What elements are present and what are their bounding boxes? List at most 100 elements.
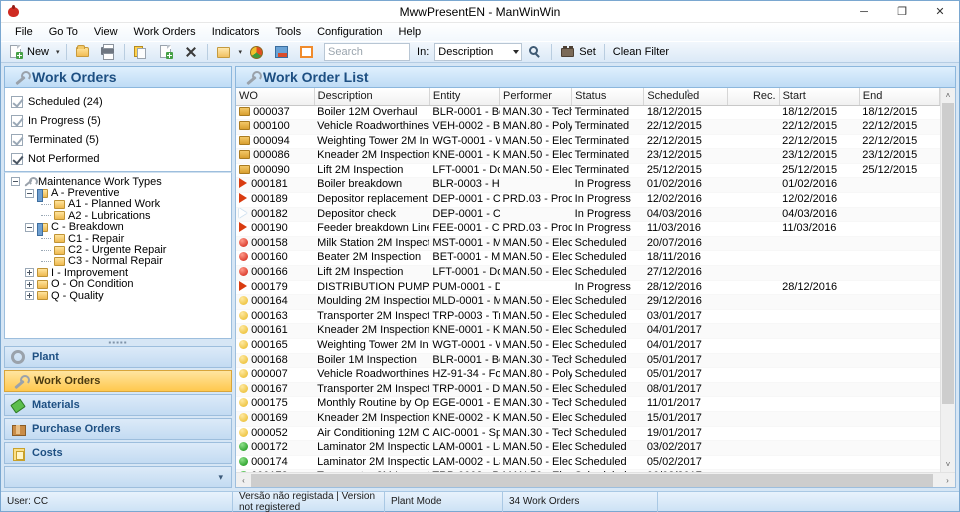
column-header-end[interactable]: End — [859, 88, 940, 106]
scroll-down-button[interactable]: ˅ — [941, 457, 955, 472]
minimize-button[interactable]: ─ — [845, 1, 883, 23]
table-row[interactable]: 000175 Monthly Routine by Ope...EGE-0001 … — [236, 396, 940, 412]
expand-collapse-icon[interactable] — [11, 177, 20, 187]
sidebar-item-materials[interactable]: Materials — [4, 394, 232, 416]
set-button[interactable]: Set — [556, 42, 600, 62]
open-button[interactable] — [71, 42, 95, 62]
table-row[interactable]: 000169 Kneader 2M InspectionKNE-0002 - Kn… — [236, 411, 940, 427]
print-button[interactable] — [96, 42, 120, 62]
filter-terminated[interactable]: Terminated (5) — [11, 130, 231, 149]
table-row[interactable]: 000181 Boiler breakdownBLR-0003 - Heat...… — [236, 177, 940, 194]
copy-button[interactable] — [129, 42, 153, 62]
menu-view[interactable]: View — [86, 23, 126, 41]
panel-splitter[interactable]: ▪▪▪▪▪ — [4, 338, 232, 347]
panel-button[interactable] — [295, 42, 319, 62]
menu-go-to[interactable]: Go To — [41, 23, 86, 41]
sidebar-item-work-orders[interactable]: Work Orders — [4, 370, 232, 392]
scroll-right-button[interactable]: › — [940, 473, 955, 488]
sidebar-overflow-bar[interactable]: ▾ — [4, 466, 232, 488]
pie-chart-button[interactable] — [245, 42, 269, 62]
column-header-rec[interactable]: Rec. — [727, 88, 780, 106]
table-row[interactable]: 000165 Weighting Tower 2M In... WGT-0001 -… — [236, 338, 940, 354]
expand-collapse-icon[interactable] — [25, 268, 34, 278]
table-row[interactable]: 000100 Vehicle Roadworthiness...VEH-0002 … — [236, 119, 940, 135]
expand-collapse-icon[interactable] — [25, 291, 34, 301]
checkbox-icon[interactable] — [11, 114, 23, 127]
table-row[interactable]: 000037 Boiler 12M OverhaulBLR-0001 - Boil… — [236, 105, 940, 121]
tree-node-o-on-condition[interactable]: O - On Condition — [11, 278, 231, 290]
sidebar-item-costs[interactable]: Costs — [4, 442, 232, 464]
table-row[interactable]: 000172 Laminator 2M Inspection LAM-0001 - … — [236, 440, 940, 456]
clean-filter-button[interactable]: Clean Filter — [609, 42, 673, 62]
column-header-wo[interactable]: WO — [236, 88, 315, 106]
column-header-performer[interactable]: Performer — [499, 88, 573, 106]
table-row[interactable]: 000163 Transporter 2M InspectionTRP-0003 … — [236, 309, 940, 325]
column-header-start[interactable]: Start — [779, 88, 860, 106]
horizontal-scroll-track[interactable] — [251, 473, 940, 488]
tree-node-q-quality[interactable]: Q - Quality — [11, 290, 231, 302]
search-field-select[interactable]: Description — [434, 43, 523, 61]
filter-not-performed[interactable]: Not Performed — [11, 149, 231, 168]
find-button[interactable] — [523, 42, 547, 62]
table-row[interactable]: 000161 Kneader 2M InspectionKNE-0001 - Kn… — [236, 323, 940, 339]
menu-indicators[interactable]: Indicators — [204, 23, 268, 41]
expand-collapse-icon[interactable] — [25, 188, 34, 198]
filter-in-progress[interactable]: In Progress (5) — [11, 111, 231, 130]
table-row[interactable]: 000166 Lift 2M InspectionLFT-0001 - Doug.… — [236, 265, 940, 281]
table-row[interactable]: 000168 Boiler 1M InspectionBLR-0001 - Boi… — [236, 353, 940, 369]
vertical-scroll-track[interactable] — [941, 103, 955, 457]
menu-configuration[interactable]: Configuration — [309, 23, 390, 41]
menu-work-orders[interactable]: Work Orders — [126, 23, 204, 41]
table-row[interactable]: 000174 Laminator 2M Inspection LAM-0002 - … — [236, 455, 940, 471]
checkbox-icon[interactable] — [11, 133, 23, 146]
table-row[interactable]: 000052 Air Conditioning 12M Ov...AIC-0001… — [236, 426, 940, 442]
table-row[interactable]: 000086 Kneader 2M InspectionKNE-0001 - Kn… — [236, 148, 940, 164]
sidebar-item-plant[interactable]: Plant — [4, 346, 232, 368]
close-button[interactable]: ✕ — [921, 1, 959, 23]
menu-tools[interactable]: Tools — [267, 23, 309, 41]
chart-button[interactable] — [270, 42, 294, 62]
table-row[interactable]: 000094 Weighting Tower 2M In... WGT-0001 -… — [236, 134, 940, 150]
menu-help[interactable]: Help — [391, 23, 430, 41]
column-header-status[interactable]: Status — [571, 88, 645, 106]
tree-node-c1-repair[interactable]: C1 - Repair — [11, 233, 231, 245]
menu-file[interactable]: File — [7, 23, 41, 41]
table-row[interactable]: 000158 Milk Station 2M Inspecti...MST-000… — [236, 236, 940, 252]
horizontal-scroll-thumb[interactable] — [251, 473, 934, 487]
scroll-left-button[interactable]: ‹ — [236, 473, 251, 488]
chevron-down-icon[interactable]: ▾ — [218, 472, 223, 483]
tree-node-c-breakdown[interactable]: C - Breakdown — [11, 221, 231, 236]
vertical-scrollbar[interactable]: ˄ ˅ — [940, 88, 955, 472]
folder-dropdown-caret-icon[interactable]: ▾ — [237, 48, 245, 56]
table-row[interactable]: 000179 DISTRIBUTION PUMP ...PUM-0001 - Di… — [236, 280, 940, 296]
search-input[interactable]: Search — [324, 43, 411, 61]
checkbox-icon[interactable] — [11, 95, 23, 108]
expand-collapse-icon[interactable] — [25, 222, 34, 232]
tree-node-i-improvement[interactable]: I - Improvement — [11, 267, 231, 279]
horizontal-scrollbar[interactable]: ‹ › — [236, 472, 955, 487]
tree-node-c2-urgente-repair[interactable]: C2 - Urgente Repair — [11, 244, 231, 256]
table-row[interactable]: 000182 Depositor checkDEP-0001 - Crea... I… — [236, 207, 940, 223]
scroll-up-button[interactable]: ˄ — [941, 88, 955, 103]
tree-node-a-preventive[interactable]: A - Preventive — [11, 187, 231, 202]
column-header-scheduled[interactable]: Scheduled ʌ — [643, 88, 729, 106]
column-header-description[interactable]: Description — [314, 88, 430, 106]
table-row[interactable]: 000007 Vehicle Roadworthiness...HZ-91-34 … — [236, 367, 940, 383]
tree-node-maintenance-work-types[interactable]: Maintenance Work Types — [11, 176, 231, 188]
sidebar-item-purchase-orders[interactable]: Purchase Orders — [4, 418, 232, 440]
paste-new-button[interactable] — [154, 42, 178, 62]
vertical-scroll-thumb[interactable] — [942, 103, 954, 404]
table-row[interactable]: 000090 Lift 2M InspectionLFT-0001 - Doug.… — [236, 163, 940, 179]
tree-node-c3-normal-repair[interactable]: C3 - Normal Repair — [11, 255, 231, 267]
maximize-button[interactable]: ❐ — [883, 1, 921, 23]
table-row[interactable]: 000189 Depositor replacementDEP-0001 - Cr… — [236, 192, 940, 208]
new-button[interactable]: New — [4, 42, 53, 62]
table-row[interactable]: 000160 Beater 2M InspectionBET-0001 - Mil… — [236, 250, 940, 267]
new-dropdown-caret-icon[interactable]: ▾ — [54, 48, 62, 56]
delete-button[interactable] — [179, 42, 203, 62]
table-row[interactable]: 000167 Transporter 2M InspectionTRP-0001 … — [236, 382, 940, 398]
checkbox-icon[interactable] — [11, 152, 23, 165]
filter-scheduled[interactable]: Scheduled (24) — [11, 92, 231, 111]
tree-node-a2-lubrications[interactable]: A2 - Lubrications — [11, 210, 231, 222]
column-header-entity[interactable]: Entity — [429, 88, 501, 106]
